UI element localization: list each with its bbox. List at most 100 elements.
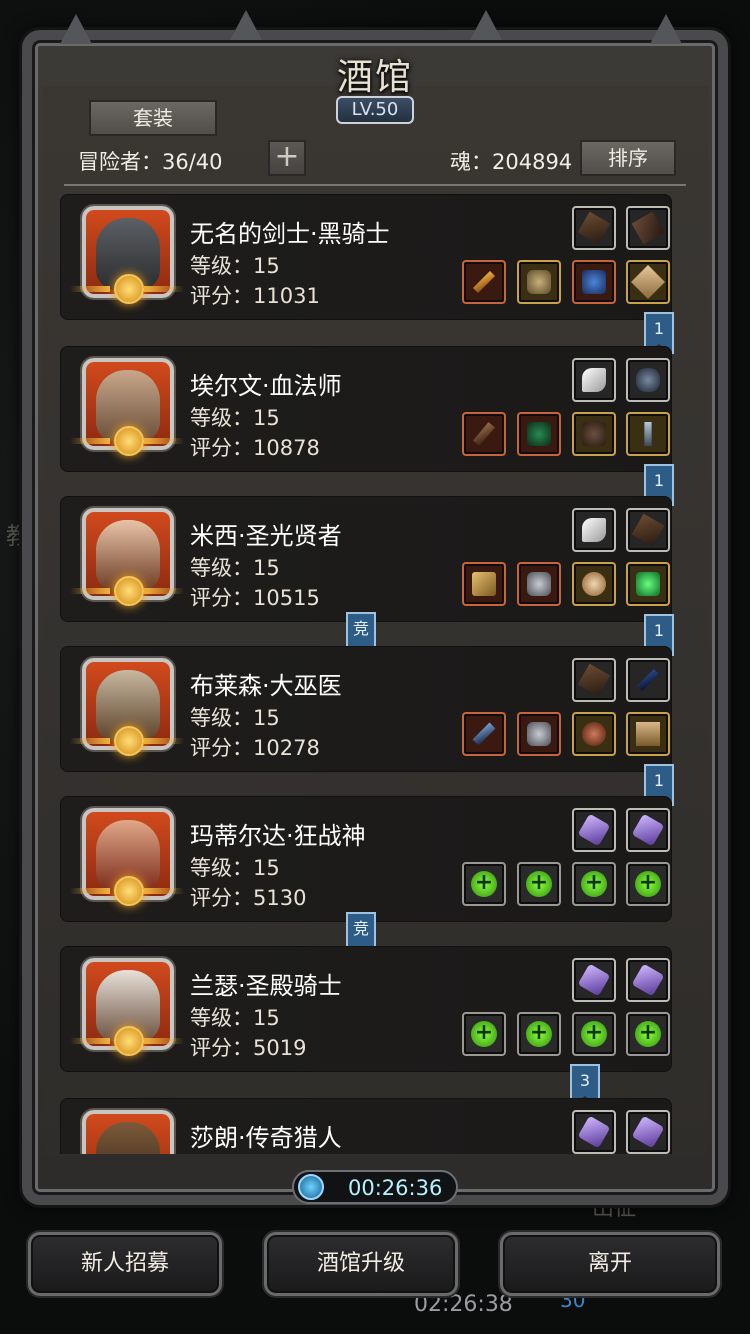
equip-slot[interactable] (517, 562, 561, 606)
equip-slot[interactable] (462, 712, 506, 756)
gear-icon (114, 726, 144, 756)
add-slot-button[interactable]: + (268, 140, 306, 176)
armor-icon (631, 513, 665, 547)
empty-equip-slot[interactable]: + (572, 1012, 616, 1056)
gear-icon (114, 1026, 144, 1056)
bow-icon (636, 668, 660, 692)
recruit-button[interactable]: 新人招募 (28, 1232, 222, 1296)
sword-icon (631, 211, 665, 245)
equip-slot[interactable] (626, 958, 670, 1002)
equip-slot[interactable] (572, 508, 616, 552)
gear-icon (114, 876, 144, 906)
equip-slot[interactable] (517, 712, 561, 756)
hero-level: 等级：15 (190, 254, 280, 278)
empty-equip-slot[interactable]: + (517, 862, 561, 906)
wing-icon (144, 738, 184, 744)
wing-icon (582, 368, 606, 392)
equip-slot[interactable] (572, 412, 616, 456)
equip-slot[interactable] (517, 260, 561, 304)
hero-card[interactable]: 米西·圣光贤者 等级：15 评分：10515 (60, 496, 672, 622)
armor-icon (527, 422, 551, 446)
equip-slot[interactable] (572, 260, 616, 304)
equip-slot[interactable] (462, 260, 506, 304)
equip-slot[interactable] (626, 260, 670, 304)
hero-card[interactable]: 玛蒂尔达·狂战神 等级：15 评分：5130 + + + + (60, 796, 672, 922)
equip-slot[interactable] (462, 562, 506, 606)
wing-icon (70, 588, 110, 594)
equip-slot[interactable] (626, 358, 670, 402)
equip-slot[interactable] (626, 808, 670, 852)
set-button[interactable]: 套装 (89, 100, 217, 136)
equip-slot[interactable] (572, 206, 616, 250)
arena-badge: 竞 (346, 612, 376, 650)
plus-icon: + (635, 1021, 661, 1047)
equip-slot[interactable] (462, 412, 506, 456)
equip-slot[interactable] (572, 658, 616, 702)
empty-equip-slot[interactable]: + (517, 1012, 561, 1056)
plus-icon: + (526, 871, 552, 897)
hero-card[interactable]: 布莱森·大巫医 等级：15 评分：10278 (60, 646, 672, 772)
wing-icon (144, 1038, 184, 1044)
equip-slot[interactable] (626, 206, 670, 250)
equip-slot[interactable] (626, 712, 670, 756)
ring-icon (631, 265, 665, 299)
crystal-icon (631, 1115, 665, 1149)
equip-slot[interactable] (626, 658, 670, 702)
wing-icon (70, 438, 110, 444)
staff-icon (472, 722, 496, 746)
ring-icon (582, 572, 606, 596)
hero-level: 等级：15 (190, 406, 280, 430)
plus-icon: + (471, 871, 497, 897)
empty-equip-slot[interactable]: + (462, 862, 506, 906)
armor-icon (577, 663, 611, 697)
equip-slot[interactable] (572, 562, 616, 606)
empty-equip-slot[interactable]: + (462, 1012, 506, 1056)
equip-slot[interactable] (572, 1110, 616, 1154)
frame-spike (650, 14, 682, 44)
hero-card[interactable]: 无名的剑士·黑骑士 等级：15 评分：11031 (60, 194, 672, 320)
armor-icon (527, 572, 551, 596)
equip-slot[interactable] (572, 808, 616, 852)
hero-portrait[interactable] (82, 1110, 174, 1154)
wing-icon (70, 1038, 110, 1044)
hero-card[interactable]: 兰瑟·圣殿骑士 等级：15 评分：5019 + + + + (60, 946, 672, 1072)
crystal-icon (577, 1115, 611, 1149)
hero-score: 评分：11031 (190, 284, 320, 308)
adventurer-count: 冒险者：36/40 (78, 150, 223, 174)
crystal-icon (577, 813, 611, 847)
hero-score: 评分：10278 (190, 736, 320, 760)
empty-equip-slot[interactable]: + (626, 862, 670, 906)
hero-list[interactable]: 无名的剑士·黑骑士 等级：15 评分：11031 1 埃尔文·血法师 等级：15… (60, 194, 690, 1154)
hammer-icon (472, 572, 496, 596)
equip-slot[interactable] (626, 412, 670, 456)
header-divider (64, 184, 686, 186)
wing-icon (70, 286, 110, 292)
frame-spike (470, 10, 502, 40)
amulet-icon (582, 722, 606, 746)
plus-icon: + (526, 1021, 552, 1047)
sort-button[interactable]: 排序 (580, 140, 676, 176)
hero-name: 莎朗·传奇猎人 (190, 1124, 342, 1152)
equip-slot[interactable] (517, 412, 561, 456)
gear-icon (114, 426, 144, 456)
hero-card[interactable]: 莎朗·传奇猎人 (60, 1098, 672, 1154)
equip-slot[interactable] (626, 508, 670, 552)
leave-button[interactable]: 离开 (500, 1232, 720, 1296)
hero-score: 评分：10515 (190, 586, 320, 610)
equip-slot[interactable] (572, 958, 616, 1002)
plus-icon: + (581, 871, 607, 897)
empty-equip-slot[interactable]: + (626, 1012, 670, 1056)
timer-text: 00:26:36 (348, 1176, 443, 1200)
frame-spike (60, 14, 92, 44)
equip-slot[interactable] (572, 358, 616, 402)
equip-slot[interactable] (626, 562, 670, 606)
upgrade-tavern-button[interactable]: 酒馆升级 (264, 1232, 458, 1296)
equip-slot[interactable] (626, 1110, 670, 1154)
hero-level: 等级：15 (190, 856, 280, 880)
empty-equip-slot[interactable]: + (572, 862, 616, 906)
hunter-icon (96, 1122, 160, 1154)
equip-slot[interactable] (572, 712, 616, 756)
hero-name: 兰瑟·圣殿骑士 (190, 972, 342, 1000)
hero-card[interactable]: 埃尔文·血法师 等级：15 评分：10878 (60, 346, 672, 472)
hero-name: 埃尔文·血法师 (190, 372, 342, 400)
